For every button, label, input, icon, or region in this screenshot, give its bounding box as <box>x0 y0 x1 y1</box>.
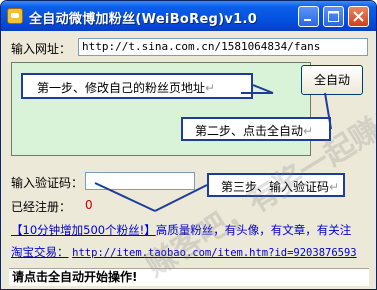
step1-arrow <box>252 84 274 94</box>
close-icon <box>353 11 364 22</box>
main-panel: 输入网址： http://t.sina.com.cn/1581064834/fa… <box>5 1 376 287</box>
close-button[interactable] <box>348 6 369 27</box>
minimize-icon <box>304 19 311 21</box>
app-window: 全自动微博加粉丝(WeiBoReg)v1.0 输入网址： http://t.si… <box>0 0 377 290</box>
window-title: 全自动微博加粉丝(WeiBoReg)v1.0 <box>29 12 258 27</box>
maximize-button[interactable] <box>323 6 344 27</box>
title-bar[interactable]: 全自动微博加粉丝(WeiBoReg)v1.0 <box>1 1 376 31</box>
app-icon <box>7 8 23 24</box>
minimize-button[interactable] <box>298 6 319 27</box>
step3-arrow-tail <box>94 182 156 212</box>
step2-arrow <box>324 92 332 130</box>
maximize-icon <box>328 11 339 22</box>
